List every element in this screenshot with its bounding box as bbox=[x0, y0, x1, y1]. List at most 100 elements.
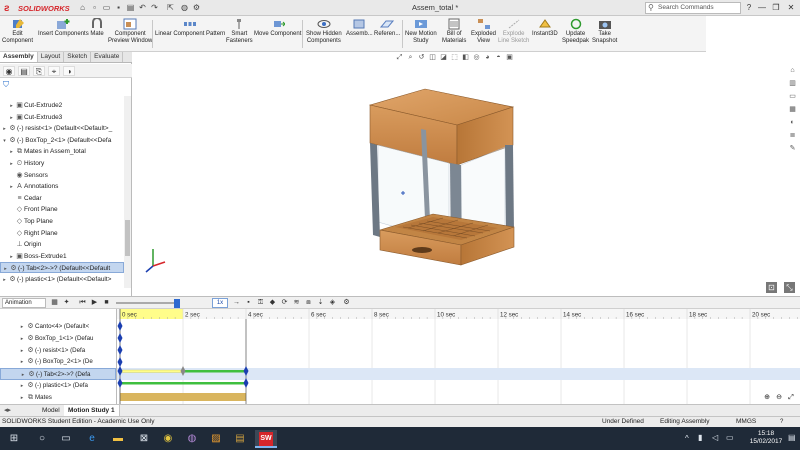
timeline-bar-mates[interactable] bbox=[120, 393, 246, 401]
select-icon[interactable]: ⇱ bbox=[166, 3, 175, 12]
previous-view-icon[interactable]: ↺ bbox=[417, 53, 426, 62]
timeline-bar-tab-yellow[interactable] bbox=[119, 369, 184, 373]
playback-slider[interactable] bbox=[116, 302, 174, 304]
forum-icon[interactable]: ✎ bbox=[788, 144, 797, 154]
undo-icon[interactable]: ↶ bbox=[138, 3, 147, 12]
task-view-icon[interactable]: ▭ bbox=[58, 431, 74, 446]
restore-button[interactable]: ❐ bbox=[770, 2, 782, 14]
store-icon[interactable]: ⊠ bbox=[136, 431, 152, 446]
search-commands-input[interactable]: ⚲ Search Commands bbox=[645, 2, 741, 14]
tab-motion-study-1[interactable]: Motion Study 1 bbox=[64, 405, 120, 416]
display-manager-icon[interactable]: ◑ bbox=[63, 66, 75, 76]
tree-item[interactable]: ◇ Top Plane bbox=[0, 216, 124, 227]
chrome-icon[interactable]: ◉ bbox=[160, 431, 176, 446]
calculate-icon[interactable]: ▦ bbox=[50, 298, 59, 308]
options-icon[interactable]: ⚙ bbox=[192, 3, 201, 12]
expand-arrow-icon[interactable]: ▸ bbox=[18, 345, 26, 357]
tree-item[interactable]: ▸ A Annotations bbox=[0, 181, 124, 192]
appearances-icon[interactable]: ◐ bbox=[788, 118, 797, 128]
taskbar-solidworks-button[interactable]: SW bbox=[255, 430, 277, 448]
minimize-button[interactable]: — bbox=[756, 2, 768, 14]
motion-tree-item[interactable]: ▸ ⚙(-) plastic<1> (Defa bbox=[0, 380, 116, 392]
display-style-icon[interactable]: ◧ bbox=[461, 53, 470, 62]
windows-start-icon[interactable]: ⊞ bbox=[6, 431, 22, 446]
tab-model[interactable]: Model bbox=[38, 405, 65, 416]
tab-evaluate[interactable]: Evaluate bbox=[91, 52, 124, 62]
expand-arrow-icon[interactable]: ▸ bbox=[8, 147, 15, 157]
new-document-icon[interactable]: ▫ bbox=[90, 3, 99, 12]
motion-tree-item[interactable]: ▸ ⧉ Mates bbox=[0, 392, 116, 404]
show-hidden-button[interactable]: Show Hidden Components bbox=[306, 18, 342, 45]
assembly-features-button[interactable]: Assemb... bbox=[346, 18, 373, 38]
file-explorer-icon[interactable]: ▬ bbox=[110, 431, 126, 446]
open-icon[interactable]: ▭ bbox=[102, 3, 111, 12]
motion-tree-item[interactable]: ▸ ⚙(-) Tab<2>->? (Defa bbox=[0, 368, 116, 381]
zoom-to-fit-timeline-icon[interactable]: ⤢ bbox=[786, 393, 796, 403]
battery-icon[interactable]: ▭ bbox=[726, 433, 734, 442]
tree-item[interactable]: ▸ ⚙(-) plastic<1> (Default<<Default> bbox=[0, 274, 124, 285]
feature-tree-scrollbar[interactable] bbox=[124, 96, 131, 288]
add-key-icon[interactable]: ◆ bbox=[268, 298, 277, 308]
tree-item[interactable]: ≡ Cedar bbox=[0, 193, 124, 204]
custom-properties-icon[interactable]: ≣ bbox=[788, 131, 797, 141]
save-animation-icon[interactable]: ▪ bbox=[244, 298, 253, 308]
section-view-icon[interactable]: ◫ bbox=[428, 53, 437, 62]
view-orientation-icon[interactable]: ⬚ bbox=[450, 53, 459, 62]
timeline-graphic[interactable]: 0 sec 2 sec 4 sec 6 sec 8 sec 10 sec 12 sec 14 … bbox=[117, 309, 800, 404]
expand-arrow-icon[interactable]: ▸ bbox=[8, 252, 15, 262]
network-icon[interactable]: ▮ bbox=[698, 433, 702, 442]
zoom-out-icon[interactable]: ⊖ bbox=[774, 393, 784, 403]
results-icon[interactable]: ◈ bbox=[328, 298, 337, 308]
animation-wizard-icon[interactable]: ✦ bbox=[62, 298, 71, 308]
assembly-viewport[interactable] bbox=[133, 52, 800, 296]
tab-scroll-icon[interactable]: ◂▸ bbox=[4, 406, 11, 416]
system-clock[interactable]: 15:18 15/02/2017 bbox=[748, 430, 784, 446]
expand-arrow-icon[interactable]: ▸ bbox=[8, 159, 15, 169]
scrollbar-thumb[interactable] bbox=[125, 220, 130, 256]
save-icon[interactable]: ▪ bbox=[114, 3, 123, 12]
base-handle[interactable] bbox=[412, 247, 432, 253]
graphics-area[interactable] bbox=[133, 52, 800, 296]
hide-show-items-icon[interactable]: ◎ bbox=[472, 53, 481, 62]
zoom-in-icon[interactable]: ⊕ bbox=[762, 393, 772, 403]
tree-item[interactable]: ▸ ▣Cut-Extrude3 bbox=[0, 112, 124, 123]
frame-leg-back-right[interactable] bbox=[505, 145, 514, 234]
edit-component-button[interactable]: Edit Component bbox=[2, 18, 33, 45]
photos-icon[interactable]: ▨ bbox=[208, 431, 224, 446]
expand-arrow-icon[interactable]: ▸ bbox=[19, 369, 27, 379]
linear-pattern-button[interactable]: Linear Component Pattern bbox=[155, 18, 225, 38]
motion-study-properties-icon[interactable]: ⚙ bbox=[342, 298, 351, 308]
playback-speed-select[interactable]: 1x bbox=[212, 298, 228, 308]
tree-item[interactable]: ▸ ▣Boss-Extrude1 bbox=[0, 251, 124, 262]
tree-item[interactable]: ◉Sensors bbox=[0, 170, 124, 181]
feature-manager-icon[interactable]: ◉ bbox=[3, 66, 15, 76]
tree-item[interactable]: ▸ ▣Cut-Extrude2 bbox=[0, 100, 124, 111]
box-assembly-model[interactable] bbox=[368, 88, 515, 266]
edge-browser-icon[interactable]: e bbox=[84, 431, 100, 446]
autokey-icon[interactable]: ⚿ bbox=[256, 298, 265, 308]
tab-layout[interactable]: Layout bbox=[38, 52, 65, 62]
motion-tree-item[interactable]: ▸ ⚙(-) BoxTop_2<1> (De bbox=[0, 356, 116, 368]
insert-components-button[interactable]: Insert Components bbox=[38, 18, 89, 38]
contact-icon[interactable]: ⧈ bbox=[304, 298, 313, 308]
take-snapshot-button[interactable]: Take Snapshot bbox=[592, 18, 617, 45]
dynamic-annotation-icon[interactable]: ◪ bbox=[439, 53, 448, 62]
timeline-area[interactable]: 0 sec 2 sec 4 sec 6 sec 8 sec 10 sec 12 sec 14 … bbox=[117, 309, 800, 404]
bill-of-materials-button[interactable]: Bill of Materials bbox=[442, 18, 466, 45]
motion-tree-item[interactable]: ▸ ⚙(-) resist<1> (Defa bbox=[0, 345, 116, 357]
motion-tree-item[interactable]: ▸ ⚙Canto<4> (Default< bbox=[0, 321, 116, 333]
edit-appearance-icon[interactable]: ◕ bbox=[483, 53, 492, 62]
expand-arrow-icon[interactable]: ▸ bbox=[8, 113, 15, 123]
cortana-search-icon[interactable]: ○ bbox=[34, 431, 50, 446]
zoom-to-fit-icon[interactable]: ⤢ bbox=[395, 53, 404, 62]
unit-system[interactable]: MMGS bbox=[736, 417, 756, 427]
help-icon[interactable]: ? bbox=[743, 2, 755, 14]
tab-sketch[interactable]: Sketch bbox=[64, 52, 92, 62]
expand-arrow-icon[interactable]: ▸ bbox=[18, 321, 26, 333]
expand-arrow-icon[interactable]: ▾ bbox=[1, 136, 8, 146]
expand-arrow-icon[interactable]: ▸ bbox=[18, 380, 26, 392]
tree-item[interactable]: ▸ ⚙(-) Tab<2>->? (Default<<Default bbox=[0, 262, 124, 274]
spring-icon[interactable]: ≋ bbox=[292, 298, 301, 308]
timeline-bar-plastic[interactable] bbox=[120, 382, 246, 385]
tree-item[interactable]: ◇ Front Plane bbox=[0, 204, 124, 215]
